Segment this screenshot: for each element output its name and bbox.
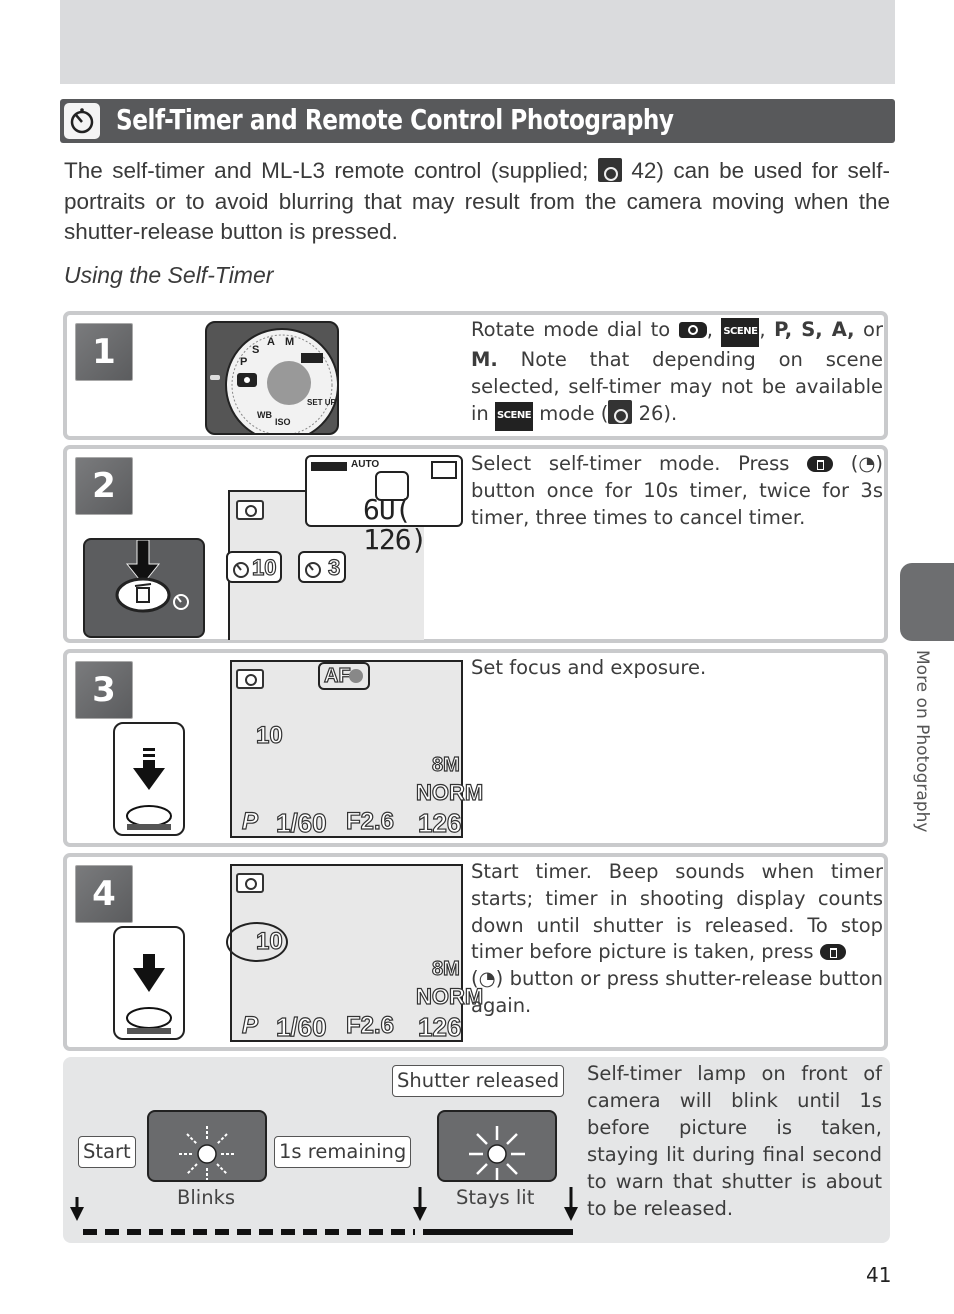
- page-reference-icon: [608, 400, 633, 425]
- dial-label-iso: ISO: [275, 417, 291, 427]
- shutter-released-callout: Shutter released: [392, 1065, 565, 1097]
- timer-value: 3: [327, 554, 341, 580]
- shutter-speed: 1/60: [275, 1011, 327, 1042]
- step-2-text: Select self-timer mode. Press (◔) button…: [471, 452, 883, 529]
- step-4-text: Start timer. Beep sounds when timer star…: [471, 860, 883, 1017]
- timer-value: 10: [251, 554, 277, 580]
- step-number: 4: [75, 865, 133, 923]
- step-2: 2 10 3 AUTO 6U( 126) Select self-timer m…: [63, 445, 888, 643]
- monitor-display: AF 10 8M NORM P 1/60 F2.6 126: [230, 660, 484, 839]
- delete-button-icon: [819, 944, 846, 961]
- timeline-description: Self-timer lamp on front of camera will …: [587, 1062, 882, 1220]
- lamp-blinking-image: [147, 1110, 267, 1182]
- timer-10-option: 10: [226, 551, 282, 583]
- one-second-remaining-callout: 1s remaining: [274, 1136, 412, 1168]
- self-timer-readout: 10: [255, 721, 283, 749]
- intro-text: The self-timer and ML-L3 remote control …: [64, 158, 598, 183]
- page-reference-icon: [597, 158, 622, 182]
- chapter-tab-label: More on Photography: [912, 650, 932, 833]
- flash-auto-label: AUTO: [351, 459, 380, 470]
- dial-label-wb: WB: [257, 410, 272, 420]
- self-timer-icon: ◔: [858, 452, 876, 475]
- image-size: 8M: [431, 753, 460, 776]
- intro-paragraph: The self-timer and ML-L3 remote control …: [64, 156, 890, 248]
- exposure-mode: P: [241, 807, 259, 835]
- camera-mode-icon: [236, 500, 264, 520]
- step-1: 1 S A M P WB ISO SET UP Rotate mode dial…: [63, 311, 888, 440]
- stays-lit-label: Stays lit: [456, 1186, 535, 1209]
- step-number: 1: [75, 323, 133, 381]
- page-reference[interactable]: 42: [631, 158, 656, 183]
- dial-label-m: M: [285, 336, 294, 348]
- metering-icon: [431, 461, 457, 479]
- step-1-text: Rotate mode dial to , SCENE, P, S, A, or…: [471, 317, 883, 432]
- step-number: 2: [75, 457, 133, 515]
- delete-button-icon: [807, 456, 834, 472]
- full-press-shutter-image: [113, 926, 185, 1040]
- exposures-remaining: 126: [417, 1011, 462, 1042]
- step-3-text: Set focus and exposure.: [471, 656, 707, 679]
- aperture: F2.6: [345, 807, 395, 835]
- page-number: 41: [866, 1263, 892, 1287]
- timer-3-option: 3: [298, 551, 346, 583]
- dial-label-s: S: [252, 344, 259, 356]
- step-number: 3: [75, 661, 133, 719]
- monitor-display: 10 8M NORM P 1/60 F2.6 126: [226, 864, 484, 1043]
- exposures-remaining: 126: [417, 807, 462, 838]
- scene-mode-icon: SCENE: [721, 318, 760, 347]
- dial-label-setup: SET UP: [307, 398, 337, 407]
- half-press-shutter-image: [113, 722, 185, 836]
- step-3: 3 AF 10 8M NORM P 1/60 F2.6 126 Set focu…: [63, 649, 888, 847]
- control-panel-display: AUTO 6U( 126): [305, 455, 463, 555]
- start-callout: Start: [78, 1136, 136, 1168]
- self-timer-icon: ◔: [478, 967, 496, 991]
- exposure-counter: 6U( 126): [363, 493, 427, 556]
- delete-timer-button-image: [83, 538, 205, 638]
- page-reference[interactable]: 26: [639, 402, 664, 425]
- dial-label-a: A: [267, 336, 275, 348]
- af-dot: [349, 669, 363, 683]
- aperture: F2.6: [345, 1011, 395, 1039]
- mode-dial-image: S A M P WB ISO SET UP: [205, 321, 339, 435]
- camera-mode-icon: [236, 669, 264, 689]
- auto-mode-icon: [678, 322, 707, 338]
- lamp-steady-image: [437, 1110, 557, 1182]
- header-band: [60, 0, 895, 84]
- image-size: 8M: [431, 957, 460, 980]
- page-title: Self-Timer and Remote Control Photograph…: [116, 103, 674, 136]
- self-timer-icon: [64, 103, 100, 139]
- chapter-tab[interactable]: [900, 563, 954, 641]
- battery-icon: [311, 462, 347, 471]
- step-4: 4 10 8M NORM P 1/60 F2.6 126 Start timer…: [63, 853, 888, 1051]
- af-indicator: AF: [318, 662, 370, 690]
- exposure-mode: P: [241, 1011, 259, 1039]
- section-subheading: Using the Self-Timer: [64, 262, 274, 288]
- scene-mode-icon: SCENE: [494, 402, 534, 432]
- self-timer-readout: 10: [255, 927, 283, 955]
- image-quality: NORM: [415, 779, 484, 805]
- shutter-speed: 1/60: [275, 807, 327, 838]
- camera-mode-icon: [236, 873, 264, 893]
- blinks-label: Blinks: [177, 1186, 236, 1209]
- dial-label-p: P: [240, 356, 247, 368]
